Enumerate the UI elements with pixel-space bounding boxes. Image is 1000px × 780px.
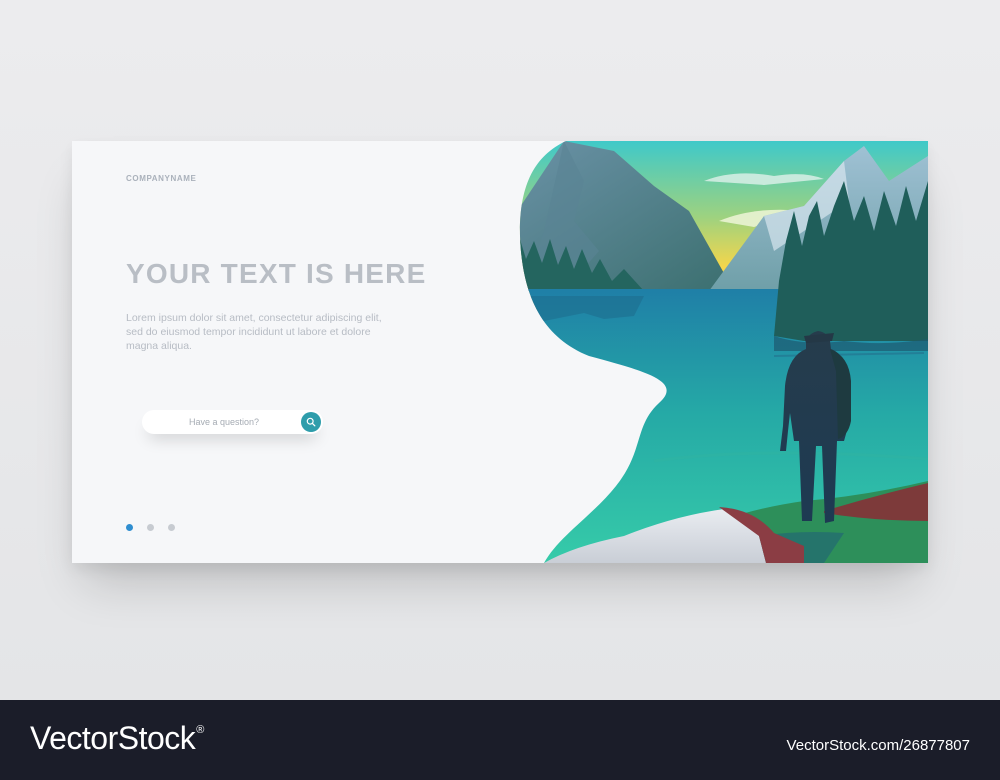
- hero-landscape-illustration: [519, 141, 928, 563]
- search-input[interactable]: [154, 410, 294, 434]
- carousel-dot-1[interactable]: [126, 524, 133, 531]
- search-bar: [142, 410, 323, 434]
- hero-description: Lorem ipsum dolor sit amet, consectetur …: [126, 312, 382, 352]
- search-icon: [306, 417, 316, 427]
- carousel-dot-3[interactable]: [168, 524, 175, 531]
- logo-text: VectorStock: [30, 720, 196, 756]
- carousel-dots: [126, 524, 175, 531]
- footer-bar: VectorStock® VectorStock.com/26877807: [0, 700, 1000, 780]
- image-id: VectorStock.com/26877807: [786, 737, 970, 754]
- landing-card: COMPANYNAME YOUR TEXT IS HERE Lorem ipsu…: [72, 141, 928, 563]
- search-button[interactable]: [301, 412, 321, 432]
- page-title: YOUR TEXT IS HERE: [126, 258, 427, 289]
- registered-mark: ®: [196, 724, 204, 736]
- company-name: COMPANYNAME: [126, 174, 197, 183]
- vectorstock-logo[interactable]: VectorStock®: [30, 720, 204, 757]
- carousel-dot-2[interactable]: [147, 524, 154, 531]
